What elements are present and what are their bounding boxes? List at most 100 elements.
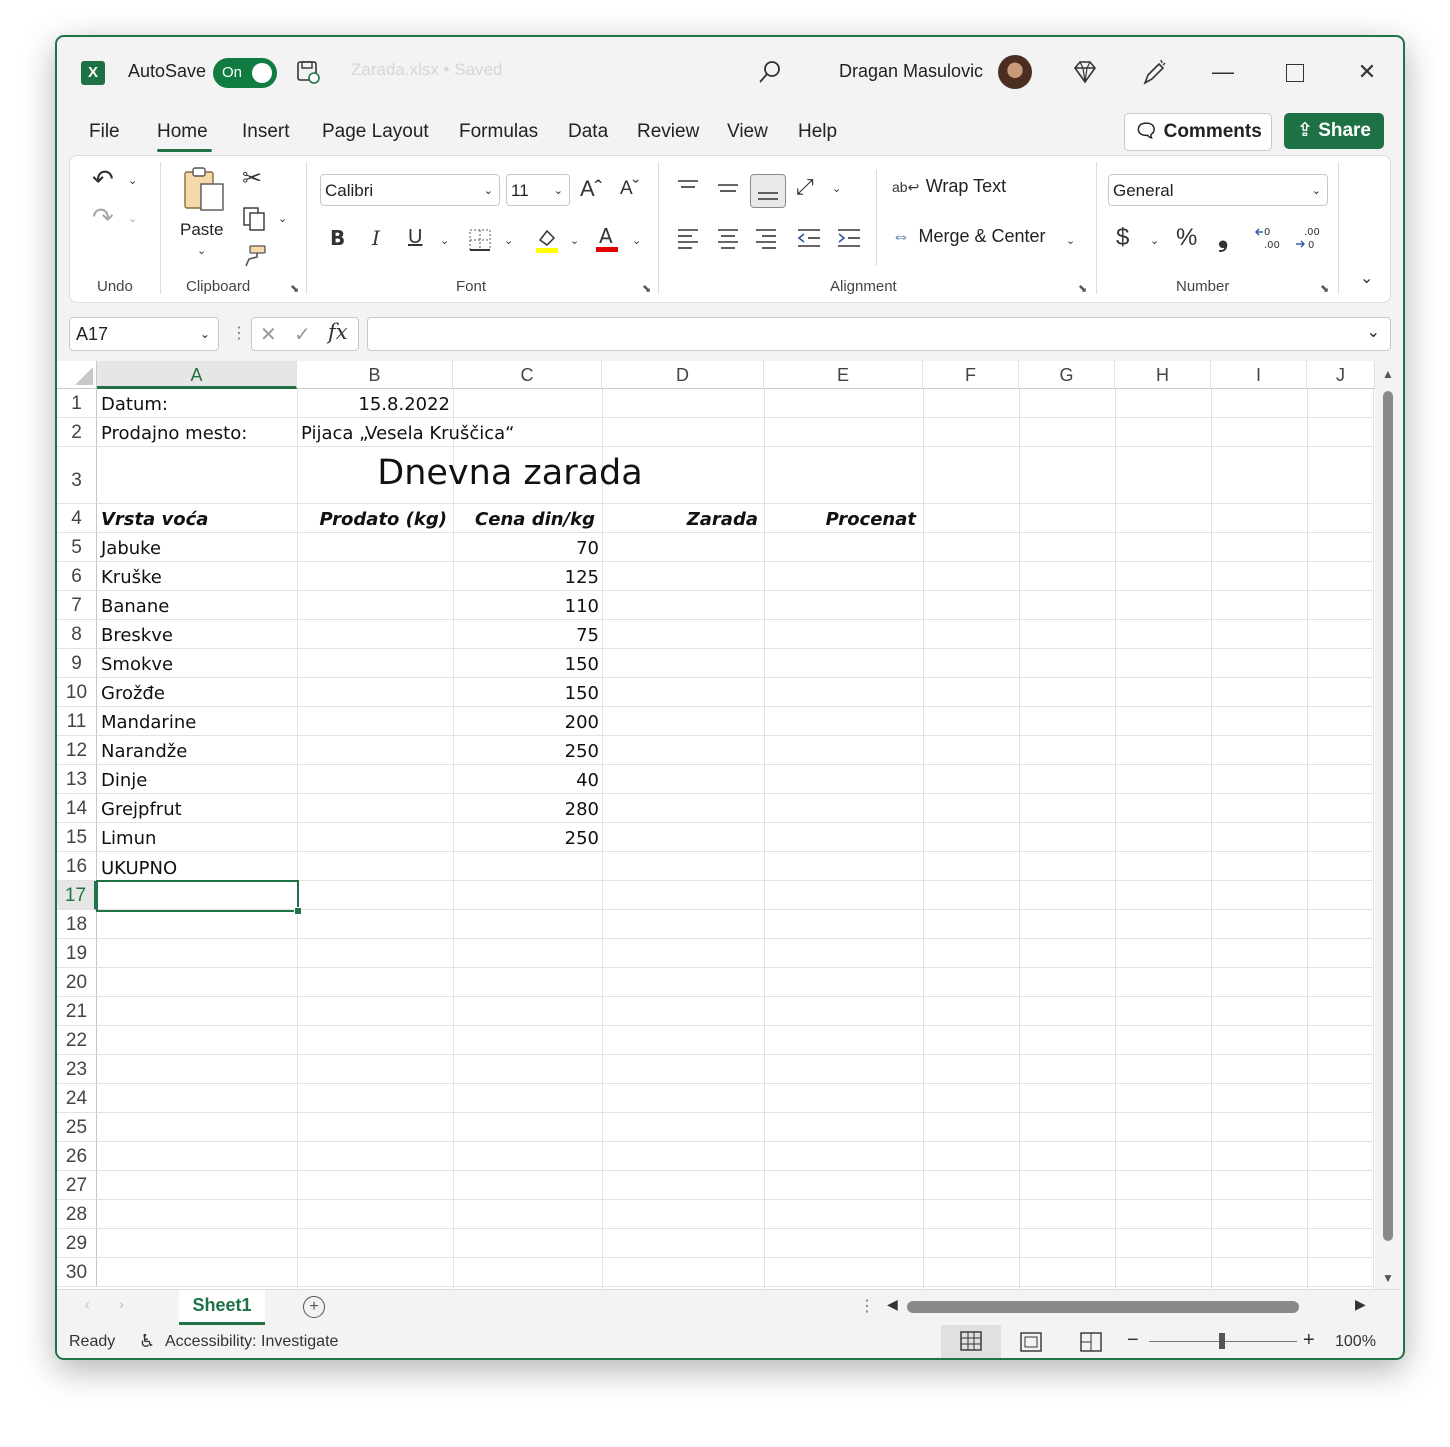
tab-view[interactable]: View <box>727 121 768 143</box>
row-header[interactable]: 11 <box>57 707 97 736</box>
percent-style-icon[interactable]: % <box>1176 224 1197 252</box>
row-header[interactable]: 13 <box>57 765 97 794</box>
pen-icon[interactable] <box>1140 57 1168 92</box>
clipboard-launcher-icon[interactable]: ⬊ <box>290 282 299 295</box>
decrease-decimal-icon[interactable]: .00 0 <box>1294 224 1324 257</box>
spreadsheet-grid[interactable]: A B C D E F G H I J 1 2 3 4 5 6 7 8 9 10 11 12 13 14 1… <box>57 361 1375 1289</box>
expand-formula-icon[interactable]: ⌄ <box>1367 322 1380 342</box>
align-right-icon[interactable] <box>754 226 778 255</box>
next-sheet-icon[interactable]: › <box>119 1296 124 1312</box>
accessibility-icon[interactable]: ♿ <box>139 1331 155 1352</box>
close-button[interactable]: ✕ <box>1347 53 1387 91</box>
fruit-price-cell[interactable]: 150 <box>453 654 599 675</box>
cancel-entry-icon[interactable]: ✕ <box>260 322 277 347</box>
row-header[interactable]: 23 <box>57 1055 97 1084</box>
undo-dropdown-icon[interactable]: ⌄ <box>128 174 137 187</box>
cut-icon[interactable]: ✂ <box>242 164 262 193</box>
row-header[interactable]: 7 <box>57 591 97 620</box>
decrease-indent-icon[interactable] <box>796 226 822 255</box>
row-header[interactable]: 29 <box>57 1229 97 1258</box>
orientation-dropdown-icon[interactable]: ⌄ <box>832 182 841 195</box>
borders-dropdown-icon[interactable]: ⌄ <box>504 234 513 247</box>
currency-dropdown-icon[interactable]: ⌄ <box>1150 234 1159 247</box>
select-all-corner[interactable] <box>57 361 97 389</box>
user-name[interactable]: Dragan Masulovic <box>839 61 983 82</box>
search-icon[interactable] <box>757 59 783 90</box>
row-header[interactable]: 22 <box>57 1026 97 1055</box>
add-sheet-icon[interactable]: + <box>303 1296 325 1318</box>
header-vrsta-voca[interactable]: Vrsta voća <box>101 509 208 530</box>
accessibility-status[interactable]: Accessibility: Investigate <box>165 1333 338 1351</box>
tab-formulas[interactable]: Formulas <box>459 121 538 143</box>
merge-dropdown-icon[interactable]: ⌄ <box>1066 234 1075 247</box>
copy-icon[interactable] <box>242 206 266 237</box>
row-header[interactable]: 16 <box>57 852 97 881</box>
header-zarada[interactable]: Zarada <box>602 509 758 530</box>
tab-insert[interactable]: Insert <box>242 121 290 143</box>
normal-view-button[interactable] <box>941 1325 1001 1358</box>
minimize-button[interactable]: — <box>1203 53 1243 91</box>
alignment-launcher-icon[interactable]: ⬊ <box>1078 282 1087 295</box>
row-header[interactable]: 15 <box>57 823 97 852</box>
column-header-e[interactable]: E <box>764 361 923 389</box>
tab-data[interactable]: Data <box>568 121 608 143</box>
name-box[interactable]: A17 ⌄ <box>69 317 219 351</box>
number-launcher-icon[interactable]: ⬊ <box>1320 282 1329 295</box>
fruit-name-cell[interactable]: Jabuke <box>101 538 161 559</box>
row-header[interactable]: 20 <box>57 968 97 997</box>
copy-dropdown-icon[interactable]: ⌄ <box>278 212 287 225</box>
save-icon[interactable] <box>295 59 321 90</box>
prev-sheet-icon[interactable]: ‹ <box>85 1296 90 1312</box>
fruit-name-cell[interactable]: Dinje <box>101 770 147 791</box>
font-name-select[interactable]: Calibri ⌄ <box>320 174 500 206</box>
tab-file[interactable]: File <box>89 121 120 143</box>
fruit-name-cell[interactable]: Smokve <box>101 654 173 675</box>
increase-decimal-icon[interactable]: 0.00 <box>1254 224 1284 257</box>
fill-color-icon[interactable] <box>534 226 560 259</box>
fruit-price-cell[interactable]: 75 <box>453 625 599 646</box>
bold-button[interactable]: B <box>330 226 345 250</box>
column-header-h[interactable]: H <box>1115 361 1211 389</box>
undo-icon[interactable]: ↶ <box>92 164 114 195</box>
row-header[interactable]: 21 <box>57 997 97 1026</box>
row-header[interactable]: 26 <box>57 1142 97 1171</box>
column-header-g[interactable]: G <box>1019 361 1115 389</box>
row-header[interactable]: 24 <box>57 1084 97 1113</box>
fruit-name-cell[interactable]: Breskve <box>101 625 173 646</box>
comments-button[interactable]: 🗨 Comments <box>1124 113 1272 151</box>
align-middle-icon[interactable] <box>716 178 740 203</box>
scroll-down-icon[interactable]: ▼ <box>1382 1271 1394 1285</box>
fruit-price-cell[interactable]: 70 <box>453 538 599 559</box>
row-header[interactable]: 4 <box>57 504 97 533</box>
font-size-select[interactable]: 11 ⌄ <box>506 174 570 206</box>
paste-icon[interactable] <box>182 166 228 219</box>
fruit-price-cell[interactable]: 250 <box>453 741 599 762</box>
comma-style-icon[interactable]: ❟ <box>1218 222 1228 254</box>
fruit-price-cell[interactable]: 125 <box>453 567 599 588</box>
share-button[interactable]: ⇪ Share <box>1284 113 1384 149</box>
redo-dropdown-icon[interactable]: ⌄ <box>128 212 137 225</box>
zoom-level[interactable]: 100% <box>1335 1333 1376 1351</box>
borders-icon[interactable] <box>468 228 492 257</box>
avatar[interactable] <box>998 55 1032 89</box>
underline-dropdown-icon[interactable]: ⌄ <box>440 234 449 247</box>
fruit-price-cell[interactable]: 110 <box>453 596 599 617</box>
selected-cell-a17[interactable] <box>96 880 299 912</box>
fruit-price-cell[interactable]: 150 <box>453 683 599 704</box>
scroll-up-icon[interactable]: ▲ <box>1382 367 1394 381</box>
cell-a16[interactable]: UKUPNO <box>101 858 177 879</box>
font-launcher-icon[interactable]: ⬊ <box>642 282 651 295</box>
fill-color-dropdown-icon[interactable]: ⌄ <box>570 234 579 247</box>
column-header-c[interactable]: C <box>453 361 602 389</box>
align-top-icon[interactable] <box>676 178 700 203</box>
column-header-a[interactable]: A <box>97 361 297 389</box>
row-header[interactable]: 9 <box>57 649 97 678</box>
row-header[interactable]: 19 <box>57 939 97 968</box>
font-color-icon[interactable]: A <box>594 224 620 259</box>
row-header[interactable]: 8 <box>57 620 97 649</box>
file-name[interactable]: Zarada.xlsx • Saved <box>351 60 502 80</box>
underline-button[interactable]: U <box>408 226 422 249</box>
fruit-name-cell[interactable]: Mandarine <box>101 712 196 733</box>
fruit-name-cell[interactable]: Banane <box>101 596 169 617</box>
column-header-j[interactable]: J <box>1307 361 1375 389</box>
